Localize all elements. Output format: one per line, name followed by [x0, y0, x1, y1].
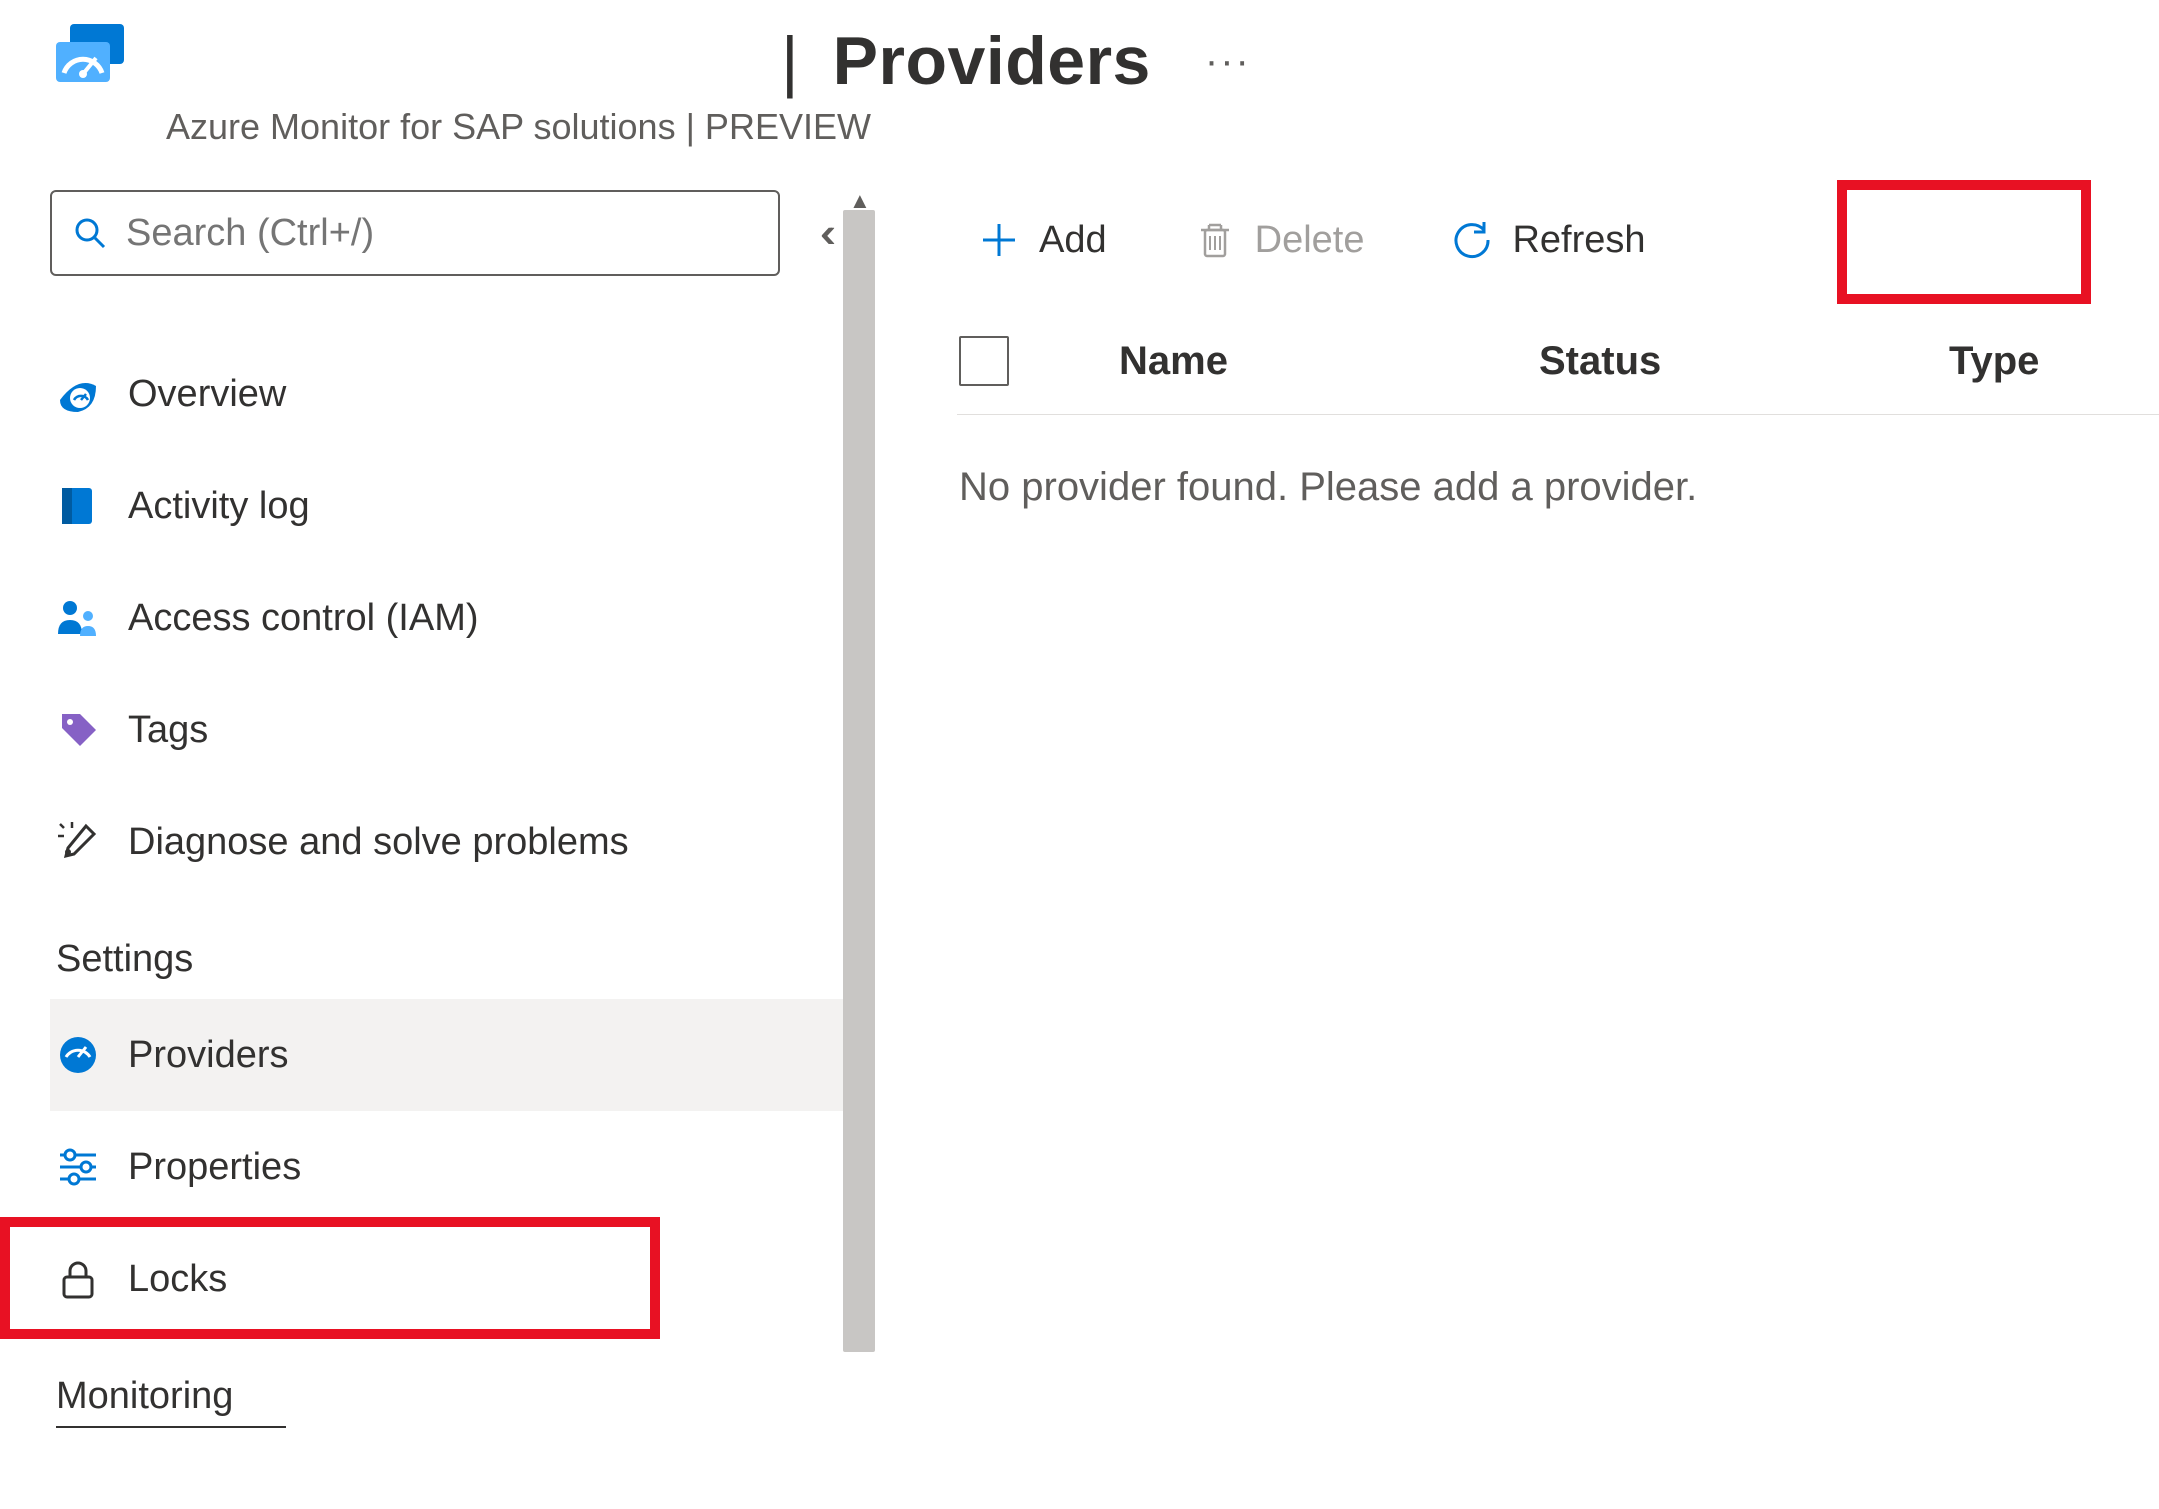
add-label: Add — [1039, 219, 1107, 262]
collapse-sidebar-button[interactable]: ‹‹ — [820, 209, 824, 257]
delete-label: Delete — [1255, 219, 1365, 262]
column-name[interactable]: Name — [1119, 339, 1539, 384]
plus-icon — [979, 220, 1019, 260]
page-title: Providers — [833, 22, 1151, 100]
trash-icon — [1195, 220, 1235, 260]
column-type[interactable]: Type — [1949, 339, 2039, 384]
scrollbar-thumb[interactable] — [843, 210, 875, 1352]
empty-state-message: No provider found. Please add a provider… — [959, 465, 2159, 510]
refresh-label: Refresh — [1512, 219, 1645, 262]
sidebar-item-label: Overview — [128, 373, 286, 416]
search-input-container[interactable] — [50, 190, 780, 276]
column-status[interactable]: Status — [1539, 339, 1949, 384]
refresh-button[interactable]: Refresh — [1430, 209, 1667, 272]
delete-button: Delete — [1173, 209, 1387, 272]
activity-log-icon — [56, 484, 100, 528]
highlight-providers — [0, 1217, 660, 1339]
tags-icon — [56, 708, 100, 752]
sidebar-item-overview[interactable]: Overview — [50, 338, 875, 450]
sidebar-item-tags[interactable]: Tags — [50, 674, 875, 786]
resource-icon — [50, 18, 136, 98]
sidebar-item-activity-log[interactable]: Activity log — [50, 450, 875, 562]
highlight-add-button — [1837, 180, 2091, 304]
sidebar-item-label: Providers — [128, 1034, 289, 1077]
sidebar-item-access-control[interactable]: Access control (IAM) — [50, 562, 875, 674]
properties-icon — [56, 1145, 100, 1189]
sidebar-item-label: Diagnose and solve problems — [128, 821, 629, 864]
search-icon — [72, 215, 108, 251]
sidebar-item-diagnose[interactable]: Diagnose and solve problems — [50, 786, 875, 898]
diagnose-icon — [56, 820, 100, 864]
refresh-icon — [1452, 220, 1492, 260]
access-control-icon — [56, 596, 100, 640]
sidebar-item-providers[interactable]: Providers — [50, 999, 875, 1111]
title-separator: | — [781, 22, 799, 100]
search-input[interactable] — [126, 212, 758, 255]
sidebar-item-label: Access control (IAM) — [128, 597, 479, 640]
sidebar-section-monitoring: Monitoring — [56, 1375, 286, 1428]
more-button[interactable]: ··· — [1205, 39, 1251, 84]
table-header: Name Status Type — [957, 336, 2159, 415]
sidebar-item-label: Properties — [128, 1146, 301, 1189]
sidebar-item-label: Tags — [128, 709, 208, 752]
providers-icon — [56, 1033, 100, 1077]
add-button[interactable]: Add — [957, 209, 1129, 272]
select-all-checkbox[interactable] — [959, 336, 1009, 386]
sidebar: ‹‹ Overview Activity log — [0, 190, 875, 1509]
page-header: | Providers ··· Azure Monitor for SAP so… — [0, 0, 2159, 148]
sidebar-item-properties[interactable]: Properties — [50, 1111, 875, 1223]
sidebar-item-label: Activity log — [128, 485, 310, 528]
overview-icon — [56, 372, 100, 416]
sidebar-section-settings: Settings — [56, 938, 875, 981]
sidebar-scrollbar[interactable]: ▲ — [843, 190, 875, 1509]
main-content: Add Delete Refresh Name S — [875, 190, 2159, 1509]
page-subtitle: Azure Monitor for SAP solutions | PREVIE… — [166, 106, 1251, 148]
